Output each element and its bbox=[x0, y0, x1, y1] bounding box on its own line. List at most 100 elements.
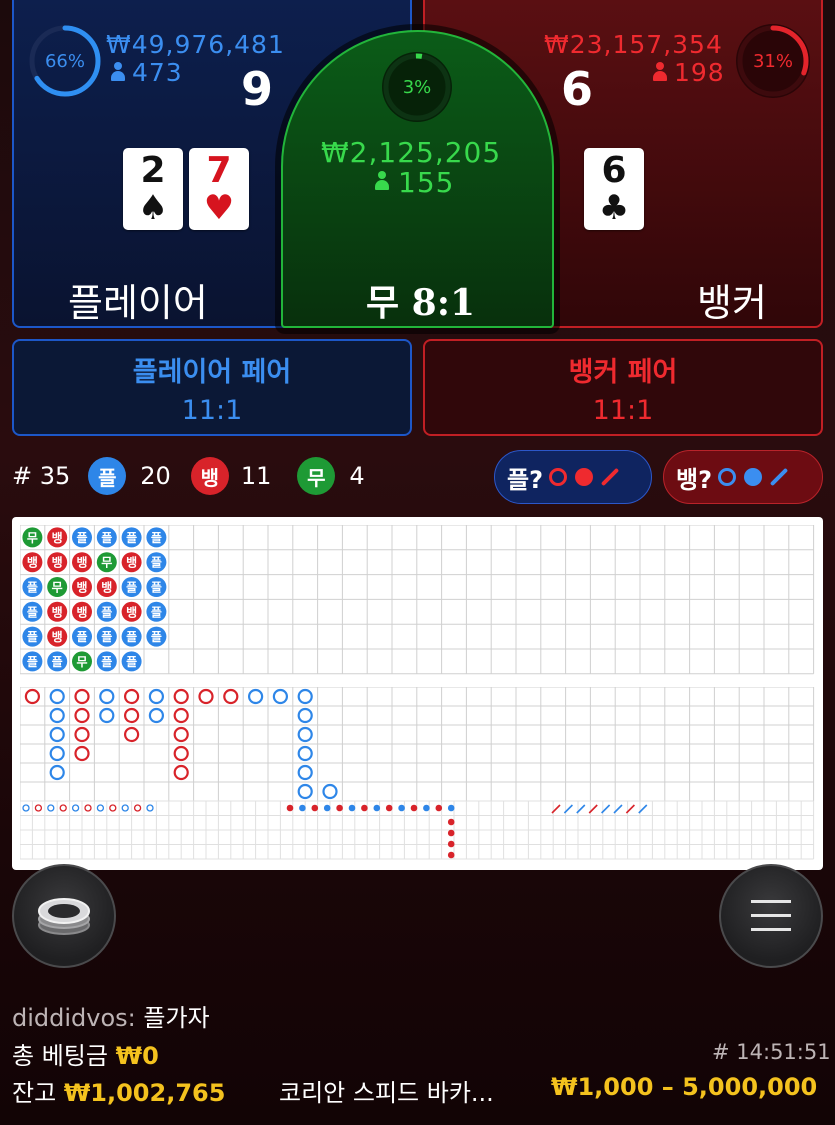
derived-road-mark bbox=[96, 804, 105, 812]
round-time: # 14:51:51 bbox=[712, 1040, 831, 1064]
svg-text:플: 플 bbox=[151, 530, 162, 545]
big-road-mark bbox=[272, 688, 288, 705]
big-road-mark bbox=[74, 726, 90, 743]
small-road-mark bbox=[373, 804, 381, 812]
player-title: 플레이어 bbox=[68, 281, 208, 325]
big-road-mark bbox=[148, 688, 164, 705]
bead-플: 플 bbox=[22, 601, 43, 622]
bead-무: 무 bbox=[47, 577, 68, 597]
svg-text:플: 플 bbox=[151, 580, 162, 595]
tie-percent: 3% bbox=[402, 76, 432, 98]
bead-플: 플 bbox=[96, 527, 117, 548]
player-score: 9 bbox=[241, 62, 274, 116]
big-road-mark bbox=[99, 707, 115, 724]
svg-text:플: 플 bbox=[52, 654, 63, 669]
menu-icon bbox=[751, 900, 791, 931]
svg-text:뱅: 뱅 bbox=[52, 629, 63, 644]
small-road-mark bbox=[385, 804, 393, 812]
total-bet-label: 총 베팅금 bbox=[12, 1042, 108, 1070]
small-road-mark bbox=[447, 851, 455, 859]
bead-뱅: 뱅 bbox=[72, 552, 92, 573]
svg-text:플: 플 bbox=[151, 604, 162, 619]
balance-value: ₩1,002,765 bbox=[63, 1079, 226, 1107]
big-road-mark bbox=[223, 688, 239, 705]
user-icon bbox=[374, 171, 392, 193]
bead-플: 플 bbox=[121, 577, 142, 597]
small-road-mark bbox=[410, 804, 418, 812]
big-road-mark bbox=[148, 707, 164, 724]
small-road-mark bbox=[336, 804, 343, 812]
player-pair-odds: 11:1 bbox=[181, 394, 243, 426]
balance: 잔고 ₩1,002,765 bbox=[12, 1073, 225, 1108]
big-road-mark bbox=[248, 688, 264, 705]
big-road-mark bbox=[297, 783, 313, 800]
svg-text:뱅: 뱅 bbox=[76, 555, 87, 570]
banker-score: 6 bbox=[561, 62, 594, 116]
derived-road-mark bbox=[109, 804, 117, 812]
big-road-mark bbox=[297, 726, 313, 743]
bead-플: 플 bbox=[121, 626, 142, 647]
small-road-mark bbox=[447, 804, 455, 812]
bead-플: 플 bbox=[47, 651, 68, 672]
big-eye-ring-icon bbox=[718, 468, 737, 486]
svg-text:플: 플 bbox=[126, 654, 137, 669]
svg-text:플: 플 bbox=[76, 629, 87, 644]
bead-뱅: 뱅 bbox=[121, 601, 142, 622]
banker-pair-odds: 11:1 bbox=[592, 394, 654, 426]
player-count: 20 bbox=[140, 462, 171, 490]
svg-text:무: 무 bbox=[101, 556, 112, 570]
total-bet-value: ₩0 bbox=[115, 1042, 159, 1070]
chip-stack-icon bbox=[38, 898, 90, 935]
svg-text:플: 플 bbox=[151, 555, 162, 570]
derived-road-mark bbox=[146, 804, 154, 812]
small-road-mark bbox=[447, 829, 455, 837]
big-road bbox=[20, 687, 815, 860]
big-road-mark bbox=[99, 688, 115, 705]
user-icon bbox=[652, 62, 668, 82]
small-road-mark bbox=[311, 804, 319, 812]
round-number: # 35 bbox=[12, 462, 71, 490]
cockroach-slash-icon bbox=[769, 467, 789, 487]
bead-플: 플 bbox=[96, 601, 117, 622]
big-road-mark bbox=[297, 688, 313, 705]
svg-text:플: 플 bbox=[27, 580, 38, 595]
bead-뱅: 뱅 bbox=[47, 527, 68, 548]
chat-message: diddidvos: 플가자 bbox=[12, 998, 210, 1033]
tie-users: 155 bbox=[374, 166, 454, 199]
banker-predict-button[interactable]: 뱅? bbox=[663, 450, 823, 504]
bead-road: 무 뱅 플 플 플 플뱅 뱅 뱅 무 뱅 플플 무 뱅 뱅 플 플플 뱅 뱅 플 뱅 플플 뱅 플 플 플 플플 플 무 플 플 bbox=[20, 525, 815, 675]
banker-predict-label: 뱅? bbox=[676, 465, 713, 494]
player-predict-button[interactable]: 플? bbox=[494, 450, 652, 504]
game-name[interactable]: 코리안 스피드 바카... bbox=[279, 1073, 494, 1108]
card-rank: 2 bbox=[140, 150, 166, 191]
small-road-mark bbox=[398, 804, 405, 812]
big-road-mark bbox=[74, 688, 90, 705]
chat-user: diddidvos: bbox=[12, 1004, 136, 1032]
player-card-1: 2 ♠ bbox=[123, 148, 183, 230]
big-road-mark bbox=[49, 707, 65, 724]
chat-text: 플가자 bbox=[143, 1004, 210, 1032]
player-predict-label: 플? bbox=[507, 465, 544, 494]
svg-text:플: 플 bbox=[101, 604, 112, 619]
svg-text:뱅: 뱅 bbox=[76, 604, 87, 619]
bead-플: 플 bbox=[121, 527, 142, 548]
banker-pair-button[interactable]: 뱅커 페어 11:1 bbox=[423, 339, 823, 436]
svg-text:무: 무 bbox=[76, 655, 87, 669]
svg-text:뱅: 뱅 bbox=[126, 604, 137, 619]
svg-text:무: 무 bbox=[52, 581, 63, 595]
player-pair-button[interactable]: 플레이어 페어 11:1 bbox=[12, 339, 412, 436]
heart-icon: ♥ bbox=[203, 188, 235, 228]
small-road-mark bbox=[323, 804, 331, 812]
chip-selector-button[interactable] bbox=[12, 864, 116, 968]
derived-road-mark bbox=[34, 804, 43, 812]
big-road-mark bbox=[297, 764, 313, 781]
bead-뱅: 뱅 bbox=[121, 552, 142, 573]
bead-플: 플 bbox=[96, 651, 117, 672]
svg-text:플: 플 bbox=[76, 530, 87, 545]
cockroach-slash-icon bbox=[600, 467, 620, 487]
small-road-mark bbox=[299, 804, 306, 812]
club-icon: ♣ bbox=[598, 188, 630, 228]
tie-amount: ₩2,125,205 bbox=[321, 136, 502, 169]
menu-button[interactable] bbox=[719, 864, 823, 968]
svg-text:무: 무 bbox=[27, 531, 38, 545]
